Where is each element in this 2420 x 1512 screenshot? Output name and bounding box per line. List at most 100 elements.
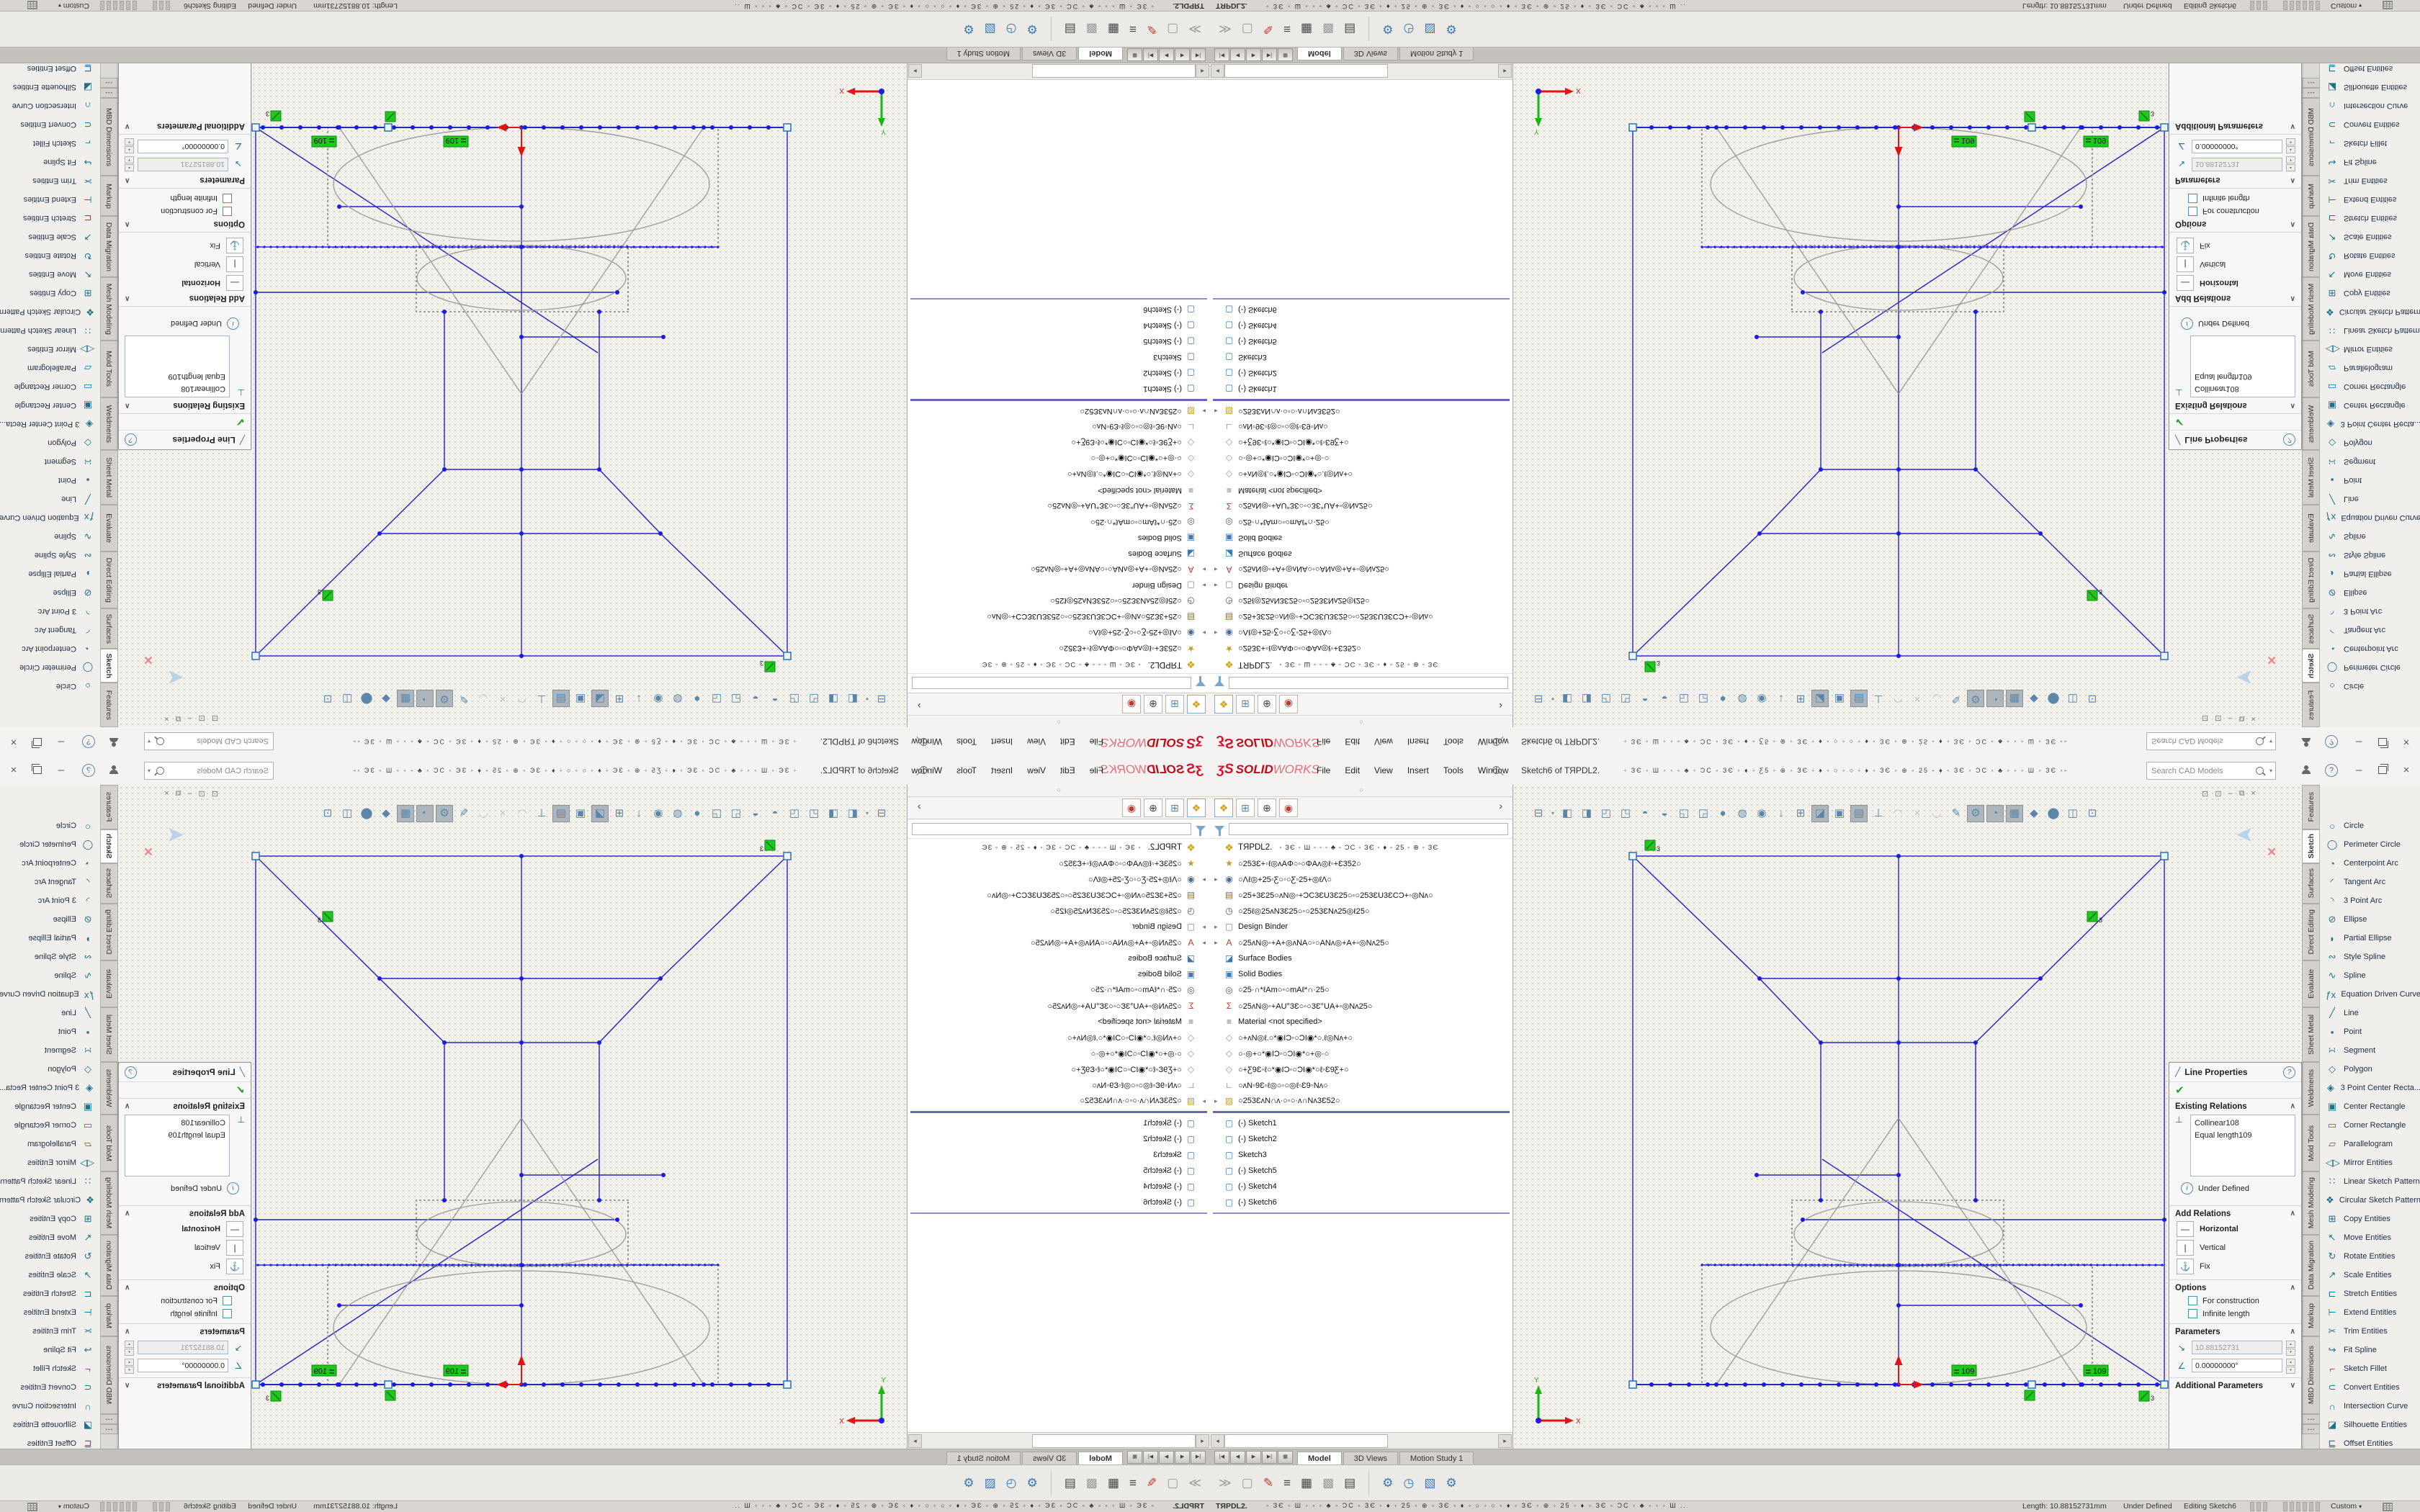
tool-point[interactable]: ▪Point (0, 471, 100, 490)
datum-icon[interactable]: ⊥ (533, 690, 550, 707)
tool-ellipse[interactable]: ⊘Ellipse (2320, 910, 2420, 929)
shell-icon[interactable]: ◉ (1753, 690, 1770, 707)
tool-stretch-entities[interactable]: ⊏Stretch Entities (2320, 209, 2420, 228)
tool-intersection-curve[interactable]: ∩Intersection Curve (0, 96, 100, 115)
arc-tool-icon[interactable]: ◠ (1889, 805, 1906, 822)
tab-features[interactable]: Features (2302, 683, 2319, 727)
cancel-sketch-icon[interactable]: × (144, 844, 153, 861)
tree-sketch-item[interactable]: ▢Sketch3 (1210, 1147, 1512, 1163)
tree-item[interactable]: ▸▨○253ƐʌΝ∩ʌ·○◦○·ʌ∩Νʌ3Ɛ52○ (1210, 1093, 1512, 1109)
menu-file[interactable]: File (1317, 765, 1330, 775)
chart-steps-icon[interactable]: ▤ (1065, 22, 1076, 36)
table-grid-icon[interactable]: ▦ (1301, 1476, 1312, 1490)
filmstrip-icon[interactable]: ▩ (1086, 22, 1098, 36)
datum-icon[interactable]: ⊥ (1870, 805, 1887, 822)
scroll-right-icon[interactable]: ▸ (908, 64, 922, 78)
tool-equation-driven-curve[interactable]: ƒxEquation Driven Curve (2320, 985, 2420, 1004)
tab-markup[interactable]: Markup (101, 1296, 118, 1336)
tree-sketch-item[interactable]: ▢(-) Sketch6 (908, 302, 1210, 318)
tool-center-rectangle[interactable]: ▣Center Rectangle (2320, 1097, 2420, 1116)
tool-centerpoint-arc[interactable]: ◔Centerpoint Arc (0, 639, 100, 658)
parameters-header[interactable]: Parameters (200, 1328, 245, 1336)
tree-sketch-item[interactable]: ▢(-) Sketch6 (908, 1194, 1210, 1210)
motion-nav-icon[interactable]: ▦ (1127, 1451, 1142, 1464)
cut-loft-icon[interactable]: ◲ (708, 805, 725, 822)
tree-sketch-item[interactable]: ▢(-) Sketch1 (1210, 1115, 1512, 1131)
tool-linear-sketch-pattern[interactable]: ∷Linear Sketch Pattern (0, 1172, 100, 1191)
confirmation-corner-icon[interactable]: ➤ (2236, 822, 2254, 847)
motion-tab-3d-views[interactable]: 3D Views (1343, 47, 1398, 60)
sketch-handles[interactable]: 3 3 3 (1645, 110, 2154, 672)
cancel-sketch-icon[interactable]: × (144, 651, 153, 668)
tool-copy-entities[interactable]: ⊞Copy Entities (0, 284, 100, 302)
tool-rotate-entities[interactable]: ↻Rotate Entities (2320, 1247, 2420, 1266)
tree-sketch-item[interactable]: ▢Sketch3 (1210, 349, 1512, 365)
tree-item[interactable]: ◎○25·∩*ℓAm○◦○mAℓ*∩·25○ (1210, 514, 1512, 530)
motion-nav-icon[interactable]: ▶ (1159, 1451, 1174, 1464)
dimension-109-left[interactable]: 109 (1952, 136, 1976, 147)
gear-clock-icon[interactable]: ◷ (1403, 1476, 1414, 1490)
tool-trim-entities[interactable]: ✂Trim Entities (2320, 1322, 2420, 1341)
property-help-icon[interactable]: ? (125, 434, 137, 446)
minimize-button[interactable]: – (2349, 762, 2368, 778)
displaymanager-tab[interactable]: ◉ (1122, 695, 1141, 714)
tool-center-rectangle[interactable]: ▣Center Rectangle (0, 396, 100, 415)
tree-item[interactable]: ★○253Ɛ+◦ℓ◎ʌAΦ○◦○ΦAʌ◎ℓ◦+Ɛ352○ (908, 855, 1210, 871)
tree-filter-input[interactable] (912, 823, 1191, 835)
tab-sheet-metal[interactable]: Sheet Metal (101, 450, 118, 505)
brush-icon[interactable]: ✎ (1147, 1476, 1157, 1490)
angle-spinner[interactable]: ▴▾ (2286, 140, 2295, 153)
motion-tab-motion-study-1[interactable]: Motion Study 1 (1399, 47, 1474, 60)
tree-item[interactable]: ◇○+Ƹ9Ɛ◦ℓ○*◉IƆ◦○ƆI◉*○ℓ◦Ɛ9Ƹ+○ (908, 1061, 1210, 1077)
fillet-icon[interactable]: ● (1714, 690, 1731, 707)
tool-copy-entities[interactable]: ⊞Copy Entities (0, 1210, 100, 1228)
panel-expand-chevron[interactable]: › (918, 701, 921, 712)
motion-nav-icon[interactable]: ▶| (1262, 48, 1277, 61)
tab-features[interactable]: Features (101, 683, 118, 727)
tree-item[interactable]: ◪Surface Bodies (908, 546, 1210, 562)
tool-rotate-entities[interactable]: ↻Rotate Entities (0, 246, 100, 265)
options-header[interactable]: Options (2175, 1284, 2206, 1292)
tab--[interactable]: ⋮ (2302, 78, 2319, 88)
sketch-handles[interactable]: 3 3 3 (1645, 840, 2154, 1402)
pencil-icon[interactable]: ✎ (1948, 690, 1965, 707)
checkbox-infinite-length[interactable] (2188, 1309, 2197, 1318)
tab-direct-editing[interactable]: Direct Editing (2302, 552, 2319, 608)
extrude-boss-icon[interactable]: ◧ (1559, 690, 1576, 707)
draft-icon[interactable]: ↓ (1773, 805, 1790, 822)
additional-parameters-header[interactable]: Additional Parameters (157, 122, 245, 130)
view-orient-icon[interactable]: ◔ (416, 690, 434, 707)
cut-revolve-icon[interactable]: ◒ (747, 690, 764, 707)
configurationmanager-tab[interactable]: ⊕ (1258, 798, 1276, 817)
tool-extend-entities[interactable]: ⊢Extend Entities (0, 190, 100, 209)
status-custom-dropdown[interactable]: Custom ▾ (2331, 1, 2362, 10)
doc-next-icon[interactable]: ⊡ (199, 789, 205, 798)
tool-mirror-entities[interactable]: ◁▷Mirror Entities (0, 340, 100, 359)
minimize-button[interactable]: – (2349, 734, 2368, 750)
tree-item[interactable]: Σ○25ʌΝ◎◦+AU°3Ɛ○◦○3Ɛ°UA+◦◎Νʌ25○ (1210, 998, 1512, 1014)
tab-evaluate[interactable]: Evaluate (2302, 505, 2319, 552)
menu-insert[interactable]: Insert (1407, 765, 1429, 775)
tree-item[interactable]: Σ○25ʌΝ◎◦+AU°3Ɛ○◦○3Ɛ°UA+◦◎Νʌ25○ (1210, 498, 1512, 514)
rollback-bar-end[interactable] (910, 1212, 1207, 1214)
add-relation-vertical[interactable]: |Vertical (125, 1240, 243, 1256)
pattern-icon[interactable]: ▣ (572, 690, 589, 707)
motion-nav-icon[interactable]: ▦ (1278, 48, 1293, 61)
tree-item[interactable]: ★○253Ɛ+◦ℓ◎ʌAΦ○◦○ΦAʌ◎ℓ◦+Ɛ352○ (1210, 641, 1512, 657)
help-icon[interactable]: ? (82, 764, 95, 777)
tool-sketch-fillet[interactable]: ⌐Sketch Fillet (2320, 134, 2420, 153)
property-help-icon[interactable]: ? (2283, 434, 2295, 446)
tree-root-part[interactable]: ❖TЯPDL2.◦ ЗЄ ◦ Ш ◦ ◦ ◦ ♣ ◦ ƆС ◦ ЗЄ ◦ ♦ ◦… (1210, 840, 1512, 855)
panel-splitter-handle[interactable]: ○ (1210, 715, 1512, 727)
motion-tab-3d-views[interactable]: 3D Views (1022, 1452, 1077, 1465)
section-view-icon[interactable]: ◫ (2064, 805, 2081, 822)
tool-circular-sketch-pattern[interactable]: ❖Circular Sketch Pattern (2320, 302, 2420, 321)
new-doc-icon[interactable]: ⊟ (1530, 690, 1547, 707)
tool-rotate-entities[interactable]: ↻Rotate Entities (0, 1247, 100, 1266)
add-relation-horizontal[interactable]: —Horizontal (2177, 275, 2295, 291)
option-infinite-length[interactable]: Infinite length (125, 194, 232, 203)
page-ghost-icon[interactable]: ▢ (1242, 1476, 1253, 1490)
hide-show-icon[interactable]: ◆ (377, 690, 395, 707)
tool-scale-entities[interactable]: ↗Scale Entities (0, 228, 100, 246)
loft-boss-icon[interactable]: ◳ (786, 805, 803, 822)
